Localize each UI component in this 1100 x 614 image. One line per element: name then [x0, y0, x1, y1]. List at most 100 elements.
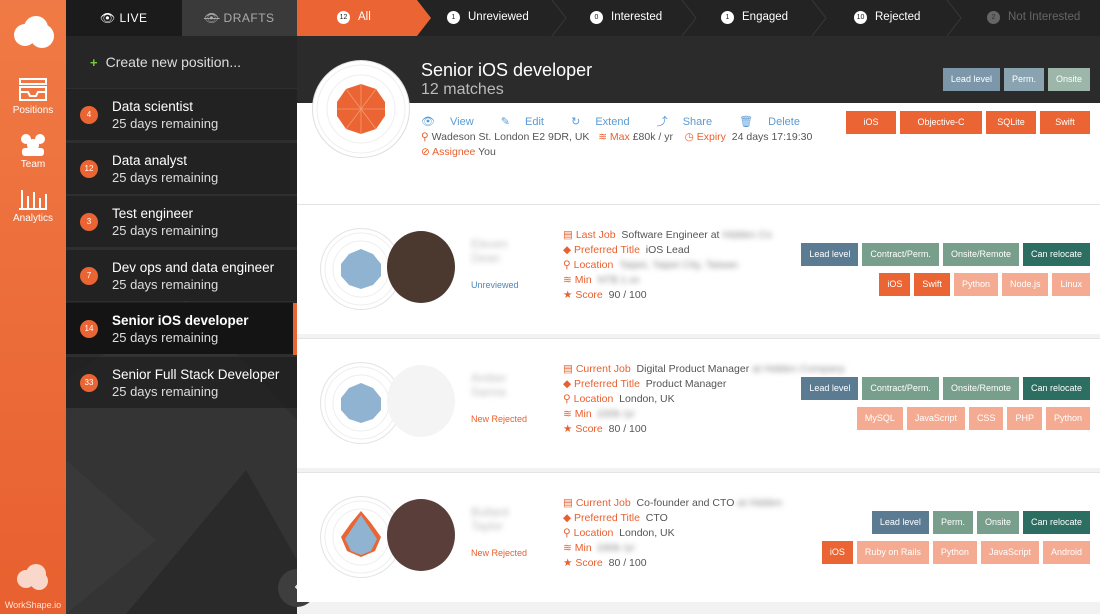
info-value: Co-founder and CTO — [636, 497, 735, 509]
expiry-label: Expiry — [696, 131, 726, 143]
position-address: Wadeson St. London E2 9DR, UK — [431, 131, 590, 143]
tab-drafts[interactable]: 👁 DRAFTS — [181, 0, 297, 36]
tag-label: Perm. — [1011, 74, 1036, 84]
candidate-card[interactable]: Bullard Taylor New Rejected ▤ Current Job … — [297, 472, 1100, 602]
candidate-card[interactable]: Eleven Dean Unreviewed ▤ Last Job Software… — [297, 204, 1100, 334]
rail-positions[interactable]: Positions — [0, 78, 66, 116]
candidate-tag: Onsite/Remote — [942, 377, 1019, 400]
skill-tag: PHP — [1007, 407, 1042, 430]
edit-label: Edit — [525, 116, 544, 128]
money-icon: ≋ — [563, 542, 572, 554]
skill-tag: Python — [1045, 407, 1090, 430]
candidate-info-row: ◆ Preferred Title iOS Lead — [563, 244, 690, 256]
info-label: Min — [574, 274, 592, 286]
candidate-tag: Can relocate — [1022, 377, 1090, 400]
tag-label: Lead level — [879, 517, 921, 527]
edit-link[interactable]: ✎ Edit — [501, 116, 556, 128]
info-value: Product Manager — [645, 378, 727, 390]
team-icon — [21, 134, 45, 156]
candidate-info-row: ◆ Preferred Title Product Manager — [563, 378, 726, 390]
share-link[interactable]: ⤴ Share — [657, 116, 724, 128]
candidate-status: Unreviewed — [471, 280, 519, 290]
position-remaining: 25 days remaining — [112, 116, 219, 131]
candidate-tag: Contract/Perm. — [862, 377, 939, 400]
eye-icon: 👁 — [99, 11, 116, 25]
candidate-tag: Onsite — [976, 511, 1019, 534]
info-label: Score — [575, 289, 603, 301]
status-rejected: Rejected — [491, 414, 528, 424]
info-value: £80k /yr — [597, 542, 635, 554]
skill-tag: Node.js — [1001, 273, 1049, 296]
create-position-button[interactable]: + Create new position... — [66, 36, 297, 88]
candidate-info-row: ★ Score 90 / 100 — [563, 289, 647, 301]
skill-tag: Objective-C — [900, 111, 982, 134]
filter-engaged[interactable]: 1 Engaged — [721, 0, 788, 36]
view-link[interactable]: 👁 View — [421, 116, 486, 128]
candidate-skills: iOS Swift Python Node.js Linux — [879, 273, 1090, 296]
candidate-info-row: ▤ Last Job Software Engineer at Hidden C… — [563, 229, 772, 241]
skill-label: iOS — [829, 547, 845, 557]
position-remaining: 25 days remaining — [112, 330, 219, 345]
info-label: Location — [573, 393, 614, 405]
tab-live[interactable]: 👁 LIVE — [66, 0, 182, 36]
expiry-value: 24 days 17:19:30 — [731, 131, 813, 143]
candidate-tag: Lead level — [801, 243, 859, 266]
info-value: iOS Lead — [645, 244, 690, 256]
skill-tag: iOS — [879, 273, 911, 296]
skill-label: Swift — [922, 279, 942, 289]
filter-not-interested[interactable]: 2 Not Interested — [987, 0, 1080, 36]
tag-label: Can relocate — [1030, 517, 1082, 527]
skill-label: Ruby on Rails — [864, 547, 921, 557]
position-actions: 👁 View ✎ Edit ↻ Extend ⤴ Share 🗑 Delete — [421, 113, 824, 129]
location-pin-icon: ⚲ — [563, 393, 571, 405]
tag-icon: ◆ — [563, 512, 572, 524]
filter-count: 1 — [721, 11, 734, 24]
candidate-tag: Perm. — [932, 511, 973, 534]
position-item[interactable]: 3 Test engineer 25 days remaining — [66, 195, 297, 247]
skill-tag: Python — [953, 273, 998, 296]
info-value: 80 / 100 — [608, 557, 647, 569]
skill-label: Python — [1053, 413, 1082, 423]
position-count-badge: 4 — [80, 106, 98, 124]
status-new: New — [471, 414, 490, 424]
candidate-name: Bullard Taylor — [471, 505, 509, 533]
workshape-logo[interactable] — [14, 16, 54, 48]
candidate-avatar[interactable] — [387, 365, 455, 437]
info-value: £60k /yr — [597, 408, 635, 420]
skill-label: iOS — [863, 117, 879, 127]
candidate-avatar[interactable] — [387, 499, 455, 571]
position-item[interactable]: 14 Senior iOS developer 25 days remaining — [66, 302, 297, 355]
position-item[interactable]: 33 Senior Full Stack Developer 25 days rem… — [66, 355, 297, 408]
filter-unreviewed[interactable]: 1 Unreviewed — [447, 0, 529, 36]
positions-sidebar: 👁 LIVE 👁 DRAFTS + Create new position... … — [66, 0, 297, 614]
position-item[interactable]: 12 Data analyst 25 days remaining — [66, 141, 297, 194]
filter-count: 0 — [590, 11, 603, 24]
tag-label: Onsite/Remote — [950, 383, 1011, 393]
share-label: Share — [682, 116, 713, 128]
candidate-avatar[interactable] — [387, 231, 455, 303]
filter-rejected[interactable]: 10 Rejected — [854, 0, 920, 36]
delete-link[interactable]: 🗑 Delete — [739, 116, 812, 128]
skill-tag: iOS — [846, 111, 896, 134]
candidate-card[interactable]: Amber Sanna New Rejected ▤ Current Job Dig… — [297, 338, 1100, 468]
rail-analytics[interactable]: Analytics — [0, 186, 66, 224]
create-label: Create new position... — [105, 54, 241, 70]
clock-icon: ◷ — [684, 131, 694, 143]
status-new: New — [471, 548, 490, 558]
extend-link[interactable]: ↻ Extend — [571, 116, 642, 128]
position-item[interactable]: 4 Data scientist 25 days remaining — [66, 88, 297, 140]
info-value: Software Engineer at — [621, 229, 720, 241]
position-title: Senior iOS developer — [421, 60, 593, 80]
tag-label: Can relocate — [1030, 249, 1082, 259]
filter-all[interactable]: 12 All — [337, 0, 371, 36]
candidate-tag: Can relocate — [1022, 243, 1090, 266]
money-icon: ≋ — [598, 131, 607, 143]
rail-team[interactable]: Team — [0, 132, 66, 170]
filter-interested[interactable]: 0 Interested — [590, 0, 662, 36]
position-item[interactable]: 7 Dev ops and data engineer 25 days remain… — [66, 248, 297, 301]
info-value: London, UK — [619, 393, 675, 405]
filter-arrows — [297, 0, 962, 36]
candidate-name: Amber Sanna — [471, 371, 507, 399]
info-value: Taipei, Taipei City, Taiwan — [619, 259, 739, 271]
position-remaining: 25 days remaining — [112, 169, 219, 185]
